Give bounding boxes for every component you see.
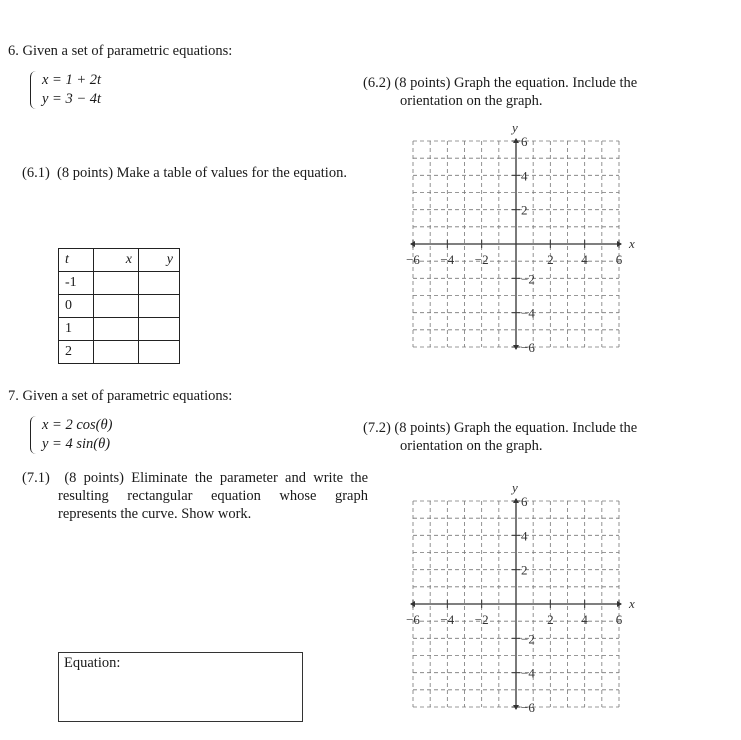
x-tick-label: 4: [581, 612, 588, 627]
part-points: (8 points): [394, 75, 451, 91]
table-cell-y[interactable]: [138, 340, 180, 364]
problem-7-equation-x: x = 2 cos(θ): [42, 417, 113, 433]
brace-icon: [30, 71, 39, 109]
part-points: (8 points): [394, 420, 451, 436]
x-axis-label: x: [628, 596, 635, 611]
part-instructions-line-1: Graph the equation. Include the: [454, 420, 638, 436]
problem-6-prompt: Given a set of parametric equations:: [22, 43, 233, 59]
x-tick-label: 4: [581, 252, 588, 267]
problem-7-part-1-text: (7.1) (8 points) Eliminate the parameter…: [22, 469, 368, 523]
x-tick-label: 6: [616, 252, 623, 267]
problem-6-part-2-text: (6.2) (8 points) Graph the equation. Inc…: [363, 74, 693, 110]
y-tick-label: −2: [521, 631, 535, 646]
table-cell-t: 0: [58, 294, 94, 318]
problem-7-prompt: Given a set of parametric equations:: [22, 388, 233, 404]
y-tick-label: −4: [521, 666, 535, 681]
table-header-row: t x y: [58, 248, 180, 272]
table-row: 0: [58, 294, 180, 318]
x-tick-label: −2: [475, 612, 489, 627]
y-tick-label: 4: [521, 168, 528, 183]
x-tick-label: −4: [440, 252, 454, 267]
part-instructions-line-2: orientation on the graph.: [400, 93, 543, 109]
values-table-container: t x y -1 0 1 2: [58, 248, 180, 364]
brace-icon: [30, 416, 39, 454]
table-cell-x[interactable]: [93, 317, 139, 341]
x-tick-label: −6: [406, 252, 420, 267]
x-tick-label: 2: [547, 252, 554, 267]
y-tick-label: 2: [521, 563, 528, 578]
table-header-t: t: [58, 248, 94, 272]
table-cell-x[interactable]: [93, 294, 139, 318]
x-tick-label: −6: [406, 612, 420, 627]
y-tick-label: −4: [521, 306, 535, 321]
coordinate-grid-7[interactable]: x y −6 −4 −2 2 4 6 6 4 2 −2 −4 −6: [398, 478, 643, 723]
table-cell-t: 2: [58, 340, 94, 364]
part-points: (8 points): [57, 165, 114, 181]
equation-answer-label: Equation:: [64, 655, 121, 671]
y-tick-label: 6: [521, 134, 528, 149]
equation-answer-box[interactable]: Equation:: [58, 652, 303, 722]
problem-7-number: 7.: [8, 388, 19, 404]
table-row: 1: [58, 317, 180, 341]
y-tick-label: −2: [521, 271, 535, 286]
part-instructions-line-2: orientation on the graph.: [400, 438, 543, 454]
problem-7-heading: 7. Given a set of parametric equations:: [8, 387, 232, 405]
table-cell-x[interactable]: [93, 271, 139, 295]
part-points: (8 points): [64, 470, 124, 486]
part-label: (6.1): [22, 165, 50, 181]
part-instructions: Make a table of values for the equation.: [116, 165, 347, 181]
x-tick-label: 2: [547, 612, 554, 627]
table-cell-y[interactable]: [138, 294, 180, 318]
problem-6-part-1-text: (6.1) (8 points) Make a table of values …: [22, 164, 368, 182]
y-tick-label: 6: [521, 494, 528, 509]
problem-6-equation-system: x = 1 + 2t y = 3 − 4t: [30, 71, 101, 109]
problem-7-equation-system: x = 2 cos(θ) y = 4 sin(θ): [30, 416, 112, 454]
table-cell-t: 1: [58, 317, 94, 341]
y-tick-label: 2: [521, 203, 528, 218]
problem-7-part-2-text: (7.2) (8 points) Graph the equation. Inc…: [363, 419, 693, 455]
table-header-y: y: [138, 248, 180, 272]
problem-6-equation-y: y = 3 − 4t: [42, 91, 102, 107]
y-axis-label: y: [510, 480, 518, 495]
y-tick-label: −6: [521, 340, 535, 355]
part-label: (7.2): [363, 420, 391, 436]
problem-7-equation-y: y = 4 sin(θ): [42, 436, 111, 452]
x-tick-label: −4: [440, 612, 454, 627]
part-label: (6.2): [363, 75, 391, 91]
table-cell-y[interactable]: [138, 271, 180, 295]
coordinate-grid-6[interactable]: x y −6 −4 −2 2 4 6 6 4 2 −2 −4 −6: [398, 118, 643, 363]
table-cell-x[interactable]: [93, 340, 139, 364]
x-tick-label: 6: [616, 612, 623, 627]
table-row: -1: [58, 271, 180, 295]
problem-6-heading: 6. Given a set of parametric equations:: [8, 42, 232, 60]
table-header-x: x: [93, 248, 139, 272]
y-axis-label: y: [510, 120, 518, 135]
table-cell-t: -1: [58, 271, 94, 295]
part-instructions-line-1: Graph the equation. Include the: [454, 75, 638, 91]
x-axis-label: x: [628, 236, 635, 251]
y-tick-label: −6: [521, 700, 535, 715]
x-tick-label: −2: [475, 252, 489, 267]
problem-6-number: 6.: [8, 43, 19, 59]
table-cell-y[interactable]: [138, 317, 180, 341]
values-table: t x y -1 0 1 2: [58, 248, 180, 364]
y-tick-label: 4: [521, 528, 528, 543]
table-row: 2: [58, 340, 180, 364]
problem-6-equation-x: x = 1 + 2t: [42, 72, 102, 88]
part-label: (7.1): [22, 470, 50, 486]
